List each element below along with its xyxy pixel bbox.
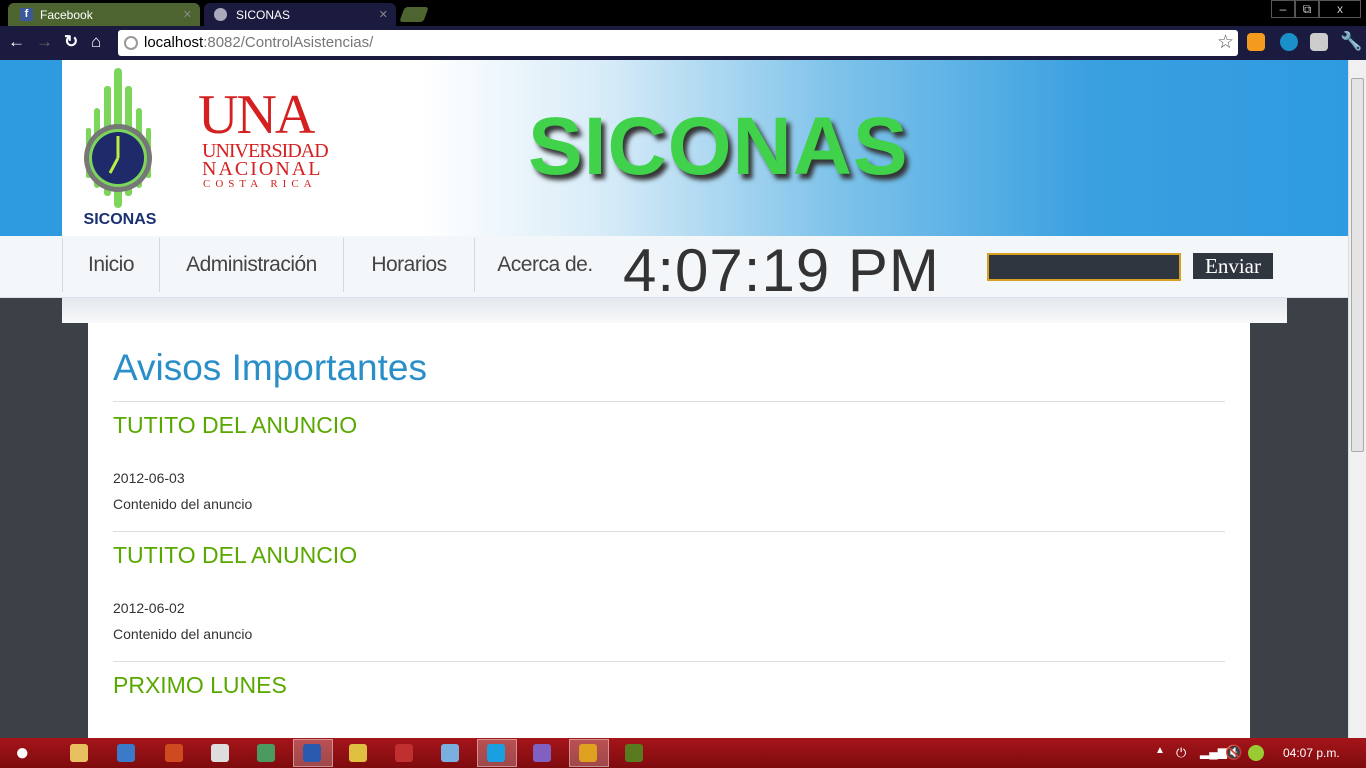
notice-date: 2012-06-03	[113, 470, 185, 486]
taskbar-network-icon[interactable]	[257, 744, 275, 762]
nav-inicio[interactable]: Inicio	[62, 238, 160, 292]
nav-acerca[interactable]: Acerca de.	[475, 238, 615, 292]
home-icon[interactable]: ⌂	[91, 32, 101, 52]
notice-item: PRXIMO LUNES	[113, 662, 1225, 739]
una-big: UNA	[198, 84, 315, 146]
clock-logo-icon	[84, 68, 152, 208]
page-title: Avisos Importantes	[113, 347, 1225, 402]
notice-content: Contenido del anuncio	[113, 496, 253, 512]
taskbar-clock[interactable]: 04:07 p.m.	[1283, 746, 1340, 760]
tab-siconas[interactable]: SICONAS ✕	[204, 3, 396, 26]
taskbar-virtualbox-icon[interactable]	[441, 744, 459, 762]
hotmail-notifier-icon[interactable]	[1247, 33, 1265, 51]
notice-title: TUTITO DEL ANUNCIO	[113, 412, 358, 438]
wrench-icon[interactable]: 🔧	[1340, 31, 1362, 52]
bookmark-star-icon[interactable]: ☆	[1217, 31, 1234, 54]
url-host: localhost	[144, 34, 204, 51]
back-icon[interactable]: ←	[8, 32, 25, 52]
site-title: SICONAS	[528, 101, 909, 192]
taskbar-files-icon[interactable]	[349, 744, 367, 762]
facebook-icon: f	[20, 8, 33, 21]
taskbar-outlook-icon[interactable]	[117, 744, 135, 762]
restore-button[interactable]: ⧉	[1295, 0, 1319, 18]
taskbar-snipping-icon[interactable]	[395, 744, 413, 762]
nav-shadow-strip	[62, 298, 1287, 323]
gmail-checker-icon[interactable]	[1310, 33, 1328, 51]
tab-facebook[interactable]: f Facebook ✕	[8, 3, 200, 26]
forward-icon[interactable]: →	[36, 32, 53, 52]
page-info-icon	[124, 36, 138, 50]
text-input[interactable]	[987, 253, 1181, 281]
taskbar-explorer-icon[interactable]	[70, 744, 88, 762]
clock: 4:07:19 PM	[623, 237, 940, 304]
reload-icon[interactable]: ↻	[64, 32, 78, 52]
notification-icon[interactable]	[1248, 745, 1264, 761]
logo-text: SICONAS	[83, 211, 157, 228]
close-tab-icon[interactable]: ✕	[379, 8, 388, 21]
taskbar-eclipse-icon[interactable]	[533, 744, 551, 762]
taskbar-dreamweaver-icon[interactable]	[625, 744, 643, 762]
volume-muted-icon[interactable]: 🔇	[1225, 744, 1242, 761]
notice-title: PRXIMO LUNES	[113, 672, 287, 698]
scrollbar-thumb[interactable]	[1351, 78, 1364, 452]
taskbar-skype-icon[interactable]	[487, 744, 505, 762]
nav-horarios[interactable]: Horarios	[344, 238, 475, 292]
power-icon[interactable]: ⏻	[1176, 745, 1186, 761]
main-content: Avisos Importantes TUTITO DEL ANUNCIO 20…	[88, 323, 1250, 738]
start-apple-icon[interactable]: ●	[15, 739, 30, 767]
una-line2: NACIONAL	[202, 158, 323, 180]
url-path: :8082/ControlAsistencias/	[203, 34, 374, 51]
notice-title: TUTITO DEL ANUNCIO	[113, 542, 358, 568]
notice-date: 2012-06-02	[113, 600, 185, 616]
tab-label: Facebook	[40, 8, 93, 22]
minimize-button[interactable]: –	[1271, 0, 1295, 18]
una-line3: COSTA RICA	[203, 178, 317, 190]
taskbar-powerpoint-icon[interactable]	[165, 744, 183, 762]
close-window-button[interactable]: x	[1319, 0, 1361, 18]
taskbar-chrome-icon[interactable]	[579, 744, 597, 762]
taskbar-messenger-icon[interactable]	[211, 744, 229, 762]
notice-item: TUTITO DEL ANUNCIO 2012-06-03 Contenido …	[113, 402, 1225, 532]
show-hidden-icons[interactable]: ▲	[1155, 745, 1165, 756]
taskbar-word-icon[interactable]	[303, 744, 321, 762]
una-logo: UNA UNIVERSIDAD NACIONAL COSTA RICA	[198, 84, 329, 190]
signal-icon[interactable]: ▂▄▆	[1200, 745, 1227, 759]
notice-content: Contenido del anuncio	[113, 626, 253, 642]
tab-label: SICONAS	[236, 8, 291, 22]
notice-item: TUTITO DEL ANUNCIO 2012-06-02 Contenido …	[113, 532, 1225, 662]
enviar-button[interactable]: Enviar	[1193, 253, 1273, 279]
address-bar[interactable]: localhost:8082/ControlAsistencias/ ☆	[118, 30, 1238, 56]
nav-administracion[interactable]: Administración	[160, 238, 344, 292]
extension-icon[interactable]	[1280, 33, 1298, 51]
siconas-logo: SICONAS	[80, 68, 160, 228]
globe-icon	[214, 8, 227, 21]
close-tab-icon[interactable]: ✕	[183, 8, 192, 21]
